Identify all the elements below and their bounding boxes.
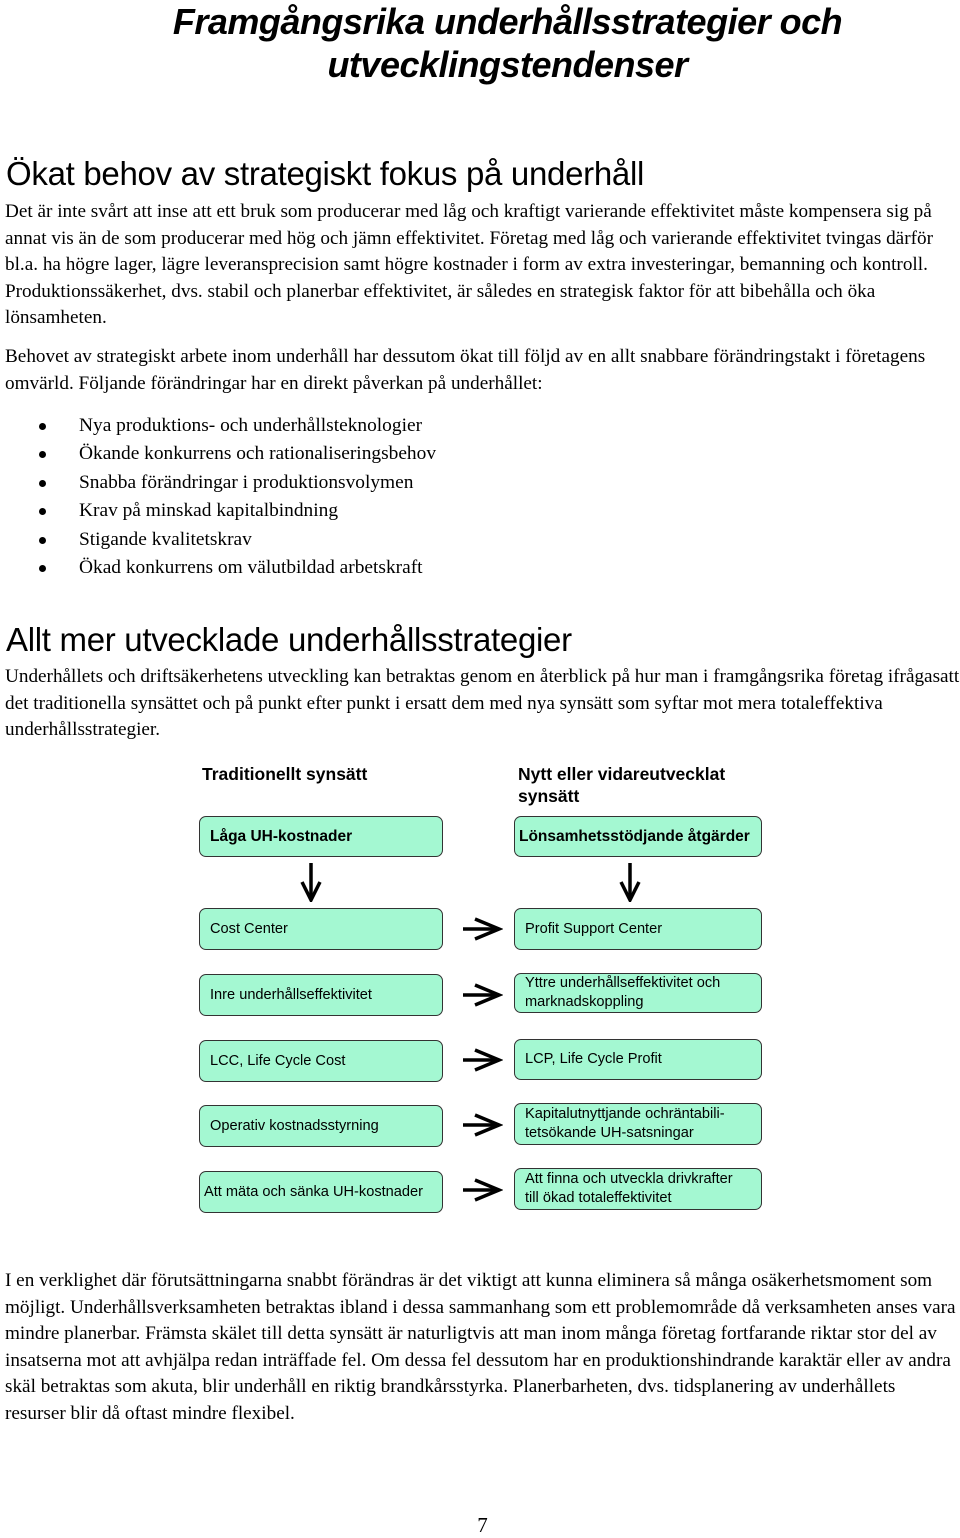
page-number: 7	[477, 1513, 488, 1537]
box-label: Operativ kostnadsstyrning	[210, 1117, 379, 1134]
box-label-line: marknadskoppling	[525, 994, 644, 1010]
box-label: Låga UH-kostnader	[210, 828, 353, 845]
bullet-icon	[39, 479, 46, 487]
section-heading: Allt mer utvecklade underhållsstrategier	[6, 621, 572, 658]
box-label: Cost Center	[210, 920, 288, 937]
box-label: LCC, Life Cycle Cost	[210, 1052, 346, 1069]
box-label: Profit Support Center	[525, 920, 663, 937]
list-item-text: Ökande konkurrens och rationaliseringsbe…	[79, 443, 437, 465]
section-heading: Ökat behov av strategiskt fokus på under…	[6, 155, 645, 192]
new-approach-box: Kapitalutnyttjande ochräntabili- tetsöka…	[514, 1103, 762, 1145]
traditional-box: Operativ kostnadsstyrning	[199, 1105, 443, 1147]
arrow-right-icon	[463, 1178, 503, 1202]
new-approach-box: LCP, Life Cycle Profit	[514, 1039, 762, 1080]
traditional-box: Cost Center	[199, 908, 443, 950]
list-item-text: Ökad konkurrens om välutbildad arbetskra…	[79, 556, 423, 578]
box-label: Yttre underhållseffektivitet och marknad…	[515, 974, 720, 1012]
document-title: Framgångsrika underhållsstrategier och u…	[0, 0, 960, 86]
bullet-icon	[39, 508, 46, 516]
new-approach-box: Yttre underhållseffektivitet och marknad…	[514, 973, 762, 1013]
box-label: Att mäta och sänka UH-kostnader	[204, 1183, 424, 1200]
box-label: Att finna och utveckla drivkrafter till …	[515, 1170, 733, 1208]
list-item: Nya produktions- och underhållsteknologi…	[0, 412, 436, 440]
header-line: synsätt	[518, 786, 580, 806]
box-label: LCP, Life Cycle Profit	[525, 1051, 662, 1067]
list-item-text: Snabba förändringar i produktionsvolymen	[79, 471, 414, 493]
box-label: Kapitalutnyttjande ochräntabili- tetsöka…	[515, 1105, 725, 1143]
list-item: Ökad konkurrens om välutbildad arbetskra…	[0, 554, 436, 582]
document-title-line: utvecklingstendenser	[327, 44, 688, 85]
list-item: Stigande kvalitetskrav	[0, 526, 436, 554]
list-item-text: Krav på minskad kapitalbindning	[79, 500, 339, 522]
box-label-line: Att finna och utveckla drivkrafter	[525, 1171, 733, 1187]
traditional-box: LCC, Life Cycle Cost	[199, 1040, 443, 1082]
bullet-icon	[39, 564, 46, 572]
arrow-right-icon	[463, 1048, 503, 1072]
bullet-list: Nya produktions- och underhållsteknologi…	[0, 412, 436, 582]
right-top-box: Lönsamhetsstödjande åtgärder	[514, 816, 762, 857]
bullet-icon	[39, 423, 46, 430]
box-label: Inre underhållseffektivitet	[210, 986, 372, 1003]
traditional-box: Att mäta och sänka UH-kostnader	[199, 1171, 443, 1213]
box-label-line: Kapitalutnyttjande ochräntabili-	[525, 1106, 725, 1122]
box-label: Lönsamhetsstödjande åtgärder	[519, 828, 750, 845]
box-label-line: Yttre underhållseffektivitet och	[525, 975, 721, 991]
list-item: Krav på minskad kapitalbindning	[0, 497, 436, 525]
list-item: Snabba förändringar i produktionsvolymen	[0, 469, 436, 497]
arrow-right-icon	[463, 983, 503, 1007]
traditional-box: Inre underhållseffektivitet	[199, 974, 443, 1016]
list-item: Ökande konkurrens och rationaliseringsbe…	[0, 440, 436, 468]
document-title-line: Framgångsrika underhållsstrategier och	[172, 1, 843, 42]
arrow-down-icon	[619, 863, 641, 902]
paragraph: I en verklighet där förutsättningarna sn…	[5, 1270, 956, 1424]
new-approach-box: Profit Support Center	[514, 908, 762, 950]
bullet-icon	[39, 536, 46, 544]
right-column-header: Nytt eller vidareutvecklat synsätt	[518, 763, 725, 807]
header-line: Nytt eller vidareutvecklat	[518, 764, 726, 784]
arrow-right-icon	[463, 917, 503, 941]
new-approach-box: Att finna och utveckla drivkrafter till …	[514, 1168, 762, 1210]
left-top-box: Låga UH-kostnader	[199, 816, 443, 857]
list-item-text: Nya produktions- och underhållsteknologi…	[79, 415, 423, 436]
arrow-right-icon	[463, 1113, 503, 1137]
left-column-header: Traditionellt synsätt	[202, 764, 368, 784]
paragraph: Behovet av strategiskt arbete inom under…	[5, 346, 926, 394]
paragraph: Det är inte svårt att inse att ett bruk …	[5, 201, 933, 329]
box-label-line: tetsökande UH-satsningar	[525, 1125, 694, 1141]
arrow-down-icon	[300, 863, 322, 902]
bullet-icon	[39, 451, 46, 459]
box-label-line: till ökad totaleffektivitet	[525, 1190, 672, 1206]
paragraph: Underhållets och driftsäkerhetens utveck…	[5, 666, 960, 741]
list-item-text: Stigande kvalitetskrav	[79, 528, 252, 550]
